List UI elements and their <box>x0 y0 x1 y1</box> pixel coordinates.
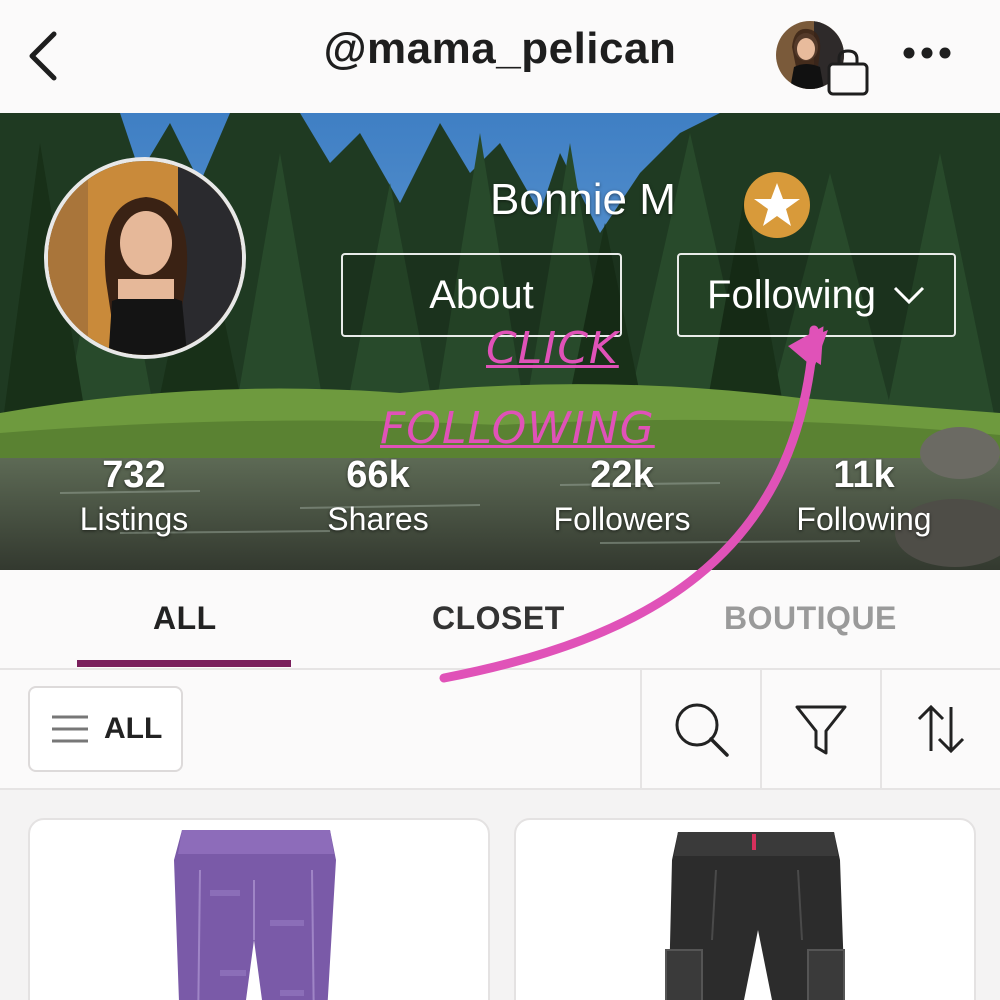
active-tab-indicator <box>77 660 291 667</box>
display-name: Bonnie M <box>490 175 676 224</box>
stat-followers[interactable]: 22k Followers <box>512 453 732 541</box>
stat-label: Shares <box>327 501 429 537</box>
annotation-click-text: CLICK <box>486 323 619 374</box>
ellipsis-icon[interactable] <box>902 46 952 60</box>
listing-image-purple-leggings <box>174 830 336 1000</box>
following-button-label: Following <box>707 272 876 317</box>
shopping-bag-icon[interactable] <box>824 48 872 98</box>
chevron-down-icon <box>893 286 925 305</box>
listing-toolbar: ALL <box>0 670 1000 790</box>
listing-card[interactable] <box>28 818 490 1000</box>
star-badge-icon <box>744 172 810 238</box>
filter-button[interactable] <box>760 670 880 788</box>
about-button-label: About <box>429 272 534 317</box>
category-filter-button[interactable]: ALL <box>28 686 183 772</box>
stat-listings[interactable]: 732 Listings <box>24 453 244 541</box>
following-button[interactable]: Following <box>677 253 956 337</box>
stat-label: Following <box>796 501 932 537</box>
top-bar: @mama_pelican <box>0 0 1000 113</box>
profile-photo[interactable] <box>44 157 246 359</box>
stat-value: 732 <box>102 454 166 496</box>
stat-label: Listings <box>79 501 189 537</box>
listing-grid <box>0 790 1000 1000</box>
listing-image-black-cargo-pants <box>665 832 845 1000</box>
listing-card[interactable] <box>514 818 976 1000</box>
tab-boutique[interactable]: BOUTIQUE <box>724 600 897 637</box>
search-button[interactable] <box>640 670 760 788</box>
stat-following[interactable]: 11k Following <box>754 453 974 541</box>
sort-button[interactable] <box>880 670 1000 788</box>
menu-icon <box>52 715 88 743</box>
tab-all[interactable]: ALL <box>153 600 217 637</box>
tab-closet[interactable]: CLOSET <box>432 600 565 637</box>
sort-icon <box>917 704 965 754</box>
stat-shares[interactable]: 66k Shares <box>268 453 488 541</box>
search-icon <box>675 703 729 757</box>
stat-value: 11k <box>833 454 895 496</box>
category-filter-label: ALL <box>104 712 163 745</box>
closet-tabs: ALL CLOSET BOUTIQUE <box>0 570 1000 670</box>
app-screen: @mama_pelican Bonnie M About Following 7… <box>0 0 1000 1000</box>
stat-value: 66k <box>346 454 410 496</box>
filter-icon <box>795 705 847 755</box>
annotation-following-text: FOLLOWING <box>380 403 655 454</box>
stat-value: 22k <box>590 454 654 496</box>
stat-label: Followers <box>553 501 691 537</box>
